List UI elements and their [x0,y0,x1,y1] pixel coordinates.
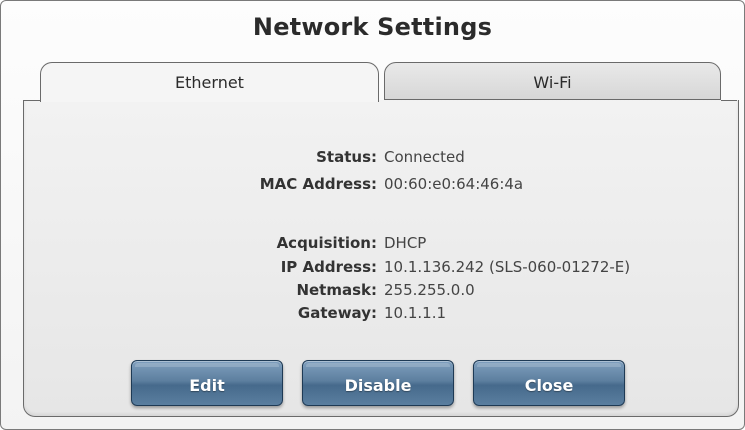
tab-wifi[interactable]: Wi-Fi [384,62,721,100]
status-label: Status: [316,148,377,166]
ip-address-label: IP Address: [280,258,377,276]
window-title: Network Settings [252,13,493,41]
ip-address-value: 10.1.136.242 (SLS-060-01272-E) [384,258,631,276]
netmask-row: Netmask: 255.255.0.0 [0,279,745,301]
gateway-label: Gateway: [297,304,377,322]
status-row: Status: Connected [0,146,745,168]
acquisition-row: Acquisition: DHCP [0,232,745,254]
ip-address-row: IP Address: 10.1.136.242 (SLS-060-01272-… [0,256,745,278]
status-value: Connected [384,148,465,166]
panel-border-left [23,100,41,101]
mac-address-value: 00:60:e0:64:46:4a [384,175,524,193]
netmask-value: 255.255.0.0 [384,281,475,299]
edit-button[interactable]: Edit [131,360,283,406]
mac-address-row: MAC Address: 00:60:e0:64:46:4a [0,173,745,195]
tab-ethernet[interactable]: Ethernet [40,62,379,102]
disable-button[interactable]: Disable [302,360,454,406]
gateway-value: 10.1.1.1 [384,304,447,322]
mac-address-label: MAC Address: [259,175,377,193]
close-button[interactable]: Close [473,360,625,406]
acquisition-value: DHCP [384,234,427,252]
gateway-row: Gateway: 10.1.1.1 [0,302,745,324]
panel-border-right [721,100,737,101]
acquisition-label: Acquisition: [276,234,377,252]
netmask-label: Netmask: [296,281,377,299]
